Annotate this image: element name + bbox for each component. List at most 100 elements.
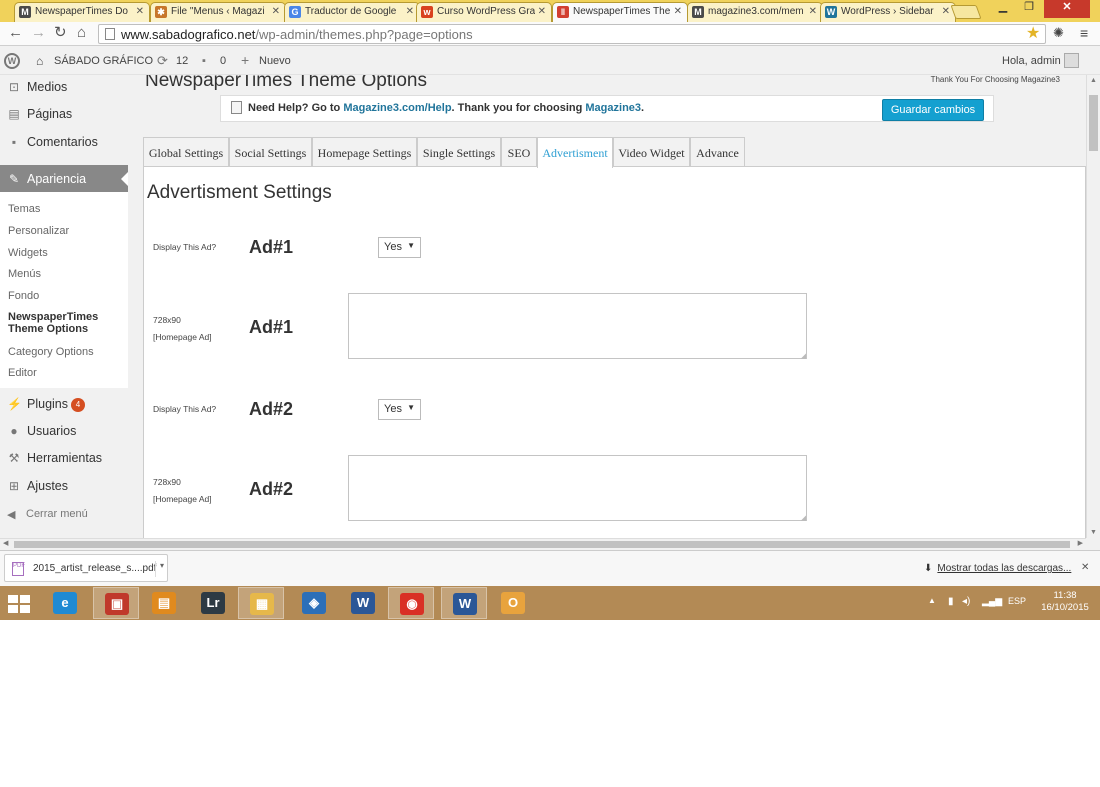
- scroll-left-icon[interactable]: ◀: [3, 539, 8, 547]
- maximize-button[interactable]: ❐: [1016, 0, 1042, 18]
- browser-tab[interactable]: G Traductor de Google ✕: [284, 2, 420, 22]
- tab-single-settings[interactable]: Single Settings: [417, 137, 501, 167]
- taskbar-app-word-2[interactable]: W: [441, 587, 487, 619]
- scroll-right-icon[interactable]: ▶: [1078, 539, 1083, 547]
- close-tab-icon[interactable]: ✕: [406, 6, 414, 17]
- ad1-code-textarea[interactable]: [348, 293, 807, 360]
- tab-advance[interactable]: Advance: [690, 137, 745, 167]
- close-download-shelf-icon[interactable]: ✕: [1081, 562, 1089, 573]
- sidebar-item-label: Comentarios: [27, 135, 98, 149]
- close-tab-icon[interactable]: ✕: [272, 6, 280, 17]
- sidebar-item-comments[interactable]: ▪ Comentarios: [0, 135, 128, 149]
- new-tab-button[interactable]: [950, 5, 982, 19]
- reload-icon[interactable]: ↻: [54, 25, 67, 41]
- comments-count[interactable]: 0: [220, 55, 226, 67]
- caret-down-icon[interactable]: ▾: [155, 561, 164, 577]
- bookmark-star-icon[interactable]: ★: [1026, 23, 1040, 43]
- ad2-code-textarea[interactable]: [348, 455, 807, 522]
- extension-icon[interactable]: ✺: [1053, 25, 1064, 41]
- sidebar-item-users[interactable]: ● Usuarios: [0, 424, 128, 438]
- sidebar-item-tools[interactable]: ⚒ Herramientas: [0, 451, 128, 465]
- ad2-display-select[interactable]: Yes ▼: [378, 399, 421, 420]
- new-content-link[interactable]: Nuevo: [259, 55, 291, 67]
- close-tab-icon[interactable]: ✕: [674, 6, 682, 17]
- scroll-down-icon[interactable]: ▼: [1090, 529, 1097, 536]
- browser-tab[interactable]: ‖ NewspaperTimes The ✕: [552, 2, 688, 22]
- browser-tab[interactable]: w Curso WordPress Gra ✕: [416, 2, 552, 22]
- tab-seo[interactable]: SEO: [501, 137, 537, 167]
- sidebar-item-appearance[interactable]: ✎ Apariencia: [0, 165, 128, 192]
- vertical-scrollbar[interactable]: ▲ ▼: [1086, 75, 1100, 538]
- forward-icon[interactable]: →: [31, 25, 46, 41]
- taskbar-app-outlook[interactable]: O: [490, 587, 536, 619]
- taskbar-app-chrome[interactable]: ◉: [388, 587, 434, 619]
- vertical-scroll-thumb[interactable]: [1089, 95, 1098, 151]
- chrome-menu-icon[interactable]: ≡: [1080, 25, 1088, 41]
- browser-tab[interactable]: M NewspaperTimes Do ✕: [14, 2, 150, 22]
- tray-expand-icon[interactable]: ▲: [928, 596, 936, 605]
- help-link[interactable]: Magazine3.com/Help: [343, 102, 451, 114]
- close-tab-icon[interactable]: ✕: [136, 6, 144, 17]
- submenu-item-customize[interactable]: Personalizar: [8, 225, 69, 237]
- greeting-link[interactable]: Hola, admin: [1002, 55, 1061, 67]
- magazine3-link[interactable]: Magazine3: [585, 102, 641, 114]
- browser-tab[interactable]: ✱ File "Menus ‹ Magazi ✕: [150, 2, 286, 22]
- taskbar-app-file-explorer[interactable]: ▦: [238, 587, 284, 619]
- sidebar-item-media[interactable]: ⊡ Medios: [0, 80, 128, 94]
- horizontal-scrollbar[interactable]: ◀ ▶: [0, 538, 1086, 550]
- browser-tab[interactable]: W WordPress › Sidebar ✕: [820, 2, 956, 22]
- scroll-up-icon[interactable]: ▲: [1090, 77, 1097, 84]
- submenu-item-background[interactable]: Fondo: [8, 290, 39, 302]
- display-ad-label: Display This Ad?: [153, 242, 217, 252]
- close-window-button[interactable]: ✕: [1044, 0, 1090, 18]
- taskbar-app-installer-app[interactable]: ▣: [93, 587, 139, 619]
- close-tab-icon[interactable]: ✕: [942, 6, 950, 17]
- windows-start-button[interactable]: [8, 595, 30, 613]
- battery-icon[interactable]: ▮: [948, 596, 954, 607]
- updates-count[interactable]: 12: [176, 55, 188, 67]
- taskbar-app-lightroom[interactable]: Lr: [190, 587, 236, 619]
- volume-icon[interactable]: ◂): [962, 596, 970, 607]
- clock[interactable]: 11:38 16/10/2015: [1038, 590, 1092, 614]
- show-all-downloads-link[interactable]: ⬇ Mostrar todas las descargas...: [924, 563, 1071, 574]
- site-name-link[interactable]: SÁBADO GRÁFICO: [54, 55, 153, 67]
- submenu-item-menus[interactable]: Menús: [8, 268, 41, 280]
- tab-video-widget[interactable]: Video Widget: [613, 137, 690, 167]
- home-icon[interactable]: ⌂: [77, 25, 86, 41]
- back-icon[interactable]: ←: [8, 25, 23, 41]
- address-bar[interactable]: www.sabadografico.net/wp-admin/themes.ph…: [98, 24, 1046, 44]
- close-tab-icon[interactable]: ✕: [809, 6, 817, 17]
- avatar[interactable]: [1064, 53, 1079, 68]
- wordpress-logo-icon[interactable]: W: [4, 53, 20, 69]
- minimize-button[interactable]: ▁: [990, 0, 1016, 18]
- horizontal-scroll-thumb[interactable]: [14, 541, 1070, 548]
- language-indicator[interactable]: ESP: [1008, 596, 1026, 606]
- tab-social-settings[interactable]: Social Settings: [229, 137, 312, 167]
- download-item[interactable]: PDF 2015_artist_release_s....pdf ▾: [4, 554, 168, 582]
- tab-advertisment[interactable]: Advertisment: [537, 137, 613, 168]
- save-button[interactable]: Guardar cambios: [882, 99, 984, 121]
- updates-icon[interactable]: ⟳: [157, 53, 168, 69]
- sidebar-item-settings[interactable]: ⊞ Ajustes: [0, 479, 128, 493]
- collapse-menu-button[interactable]: ◀ Cerrar menú: [7, 508, 88, 521]
- tab-global-settings[interactable]: Global Settings: [143, 137, 229, 167]
- tab-homepage-settings[interactable]: Homepage Settings: [312, 137, 417, 167]
- submenu-item-themes[interactable]: Temas: [8, 203, 40, 215]
- network-icon[interactable]: ▂▄▆: [982, 596, 1002, 607]
- browser-tab[interactable]: Mmagazine3.com/mem ✕: [687, 2, 823, 22]
- comments-icon[interactable]: ▪: [202, 55, 206, 67]
- submenu-item-theme-options[interactable]: NewspaperTimes Theme Options: [8, 311, 108, 335]
- submenu-item-category-options[interactable]: Category Options: [8, 346, 94, 358]
- ad1-display-select[interactable]: Yes ▼: [378, 237, 421, 258]
- sidebar-item-plugins[interactable]: ⚡ Plugins 4: [0, 397, 128, 412]
- taskbar-app-paper-app[interactable]: ◈: [291, 587, 337, 619]
- taskbar-app-notes-app[interactable]: ▤: [141, 587, 187, 619]
- submenu-item-widgets[interactable]: Widgets: [8, 247, 48, 259]
- taskbar-app-internet-explorer[interactable]: e: [42, 587, 88, 619]
- home-icon[interactable]: ⌂: [36, 54, 43, 68]
- submenu-item-editor[interactable]: Editor: [8, 367, 37, 379]
- plus-icon[interactable]: +: [241, 52, 249, 68]
- close-tab-icon[interactable]: ✕: [538, 6, 546, 17]
- sidebar-item-pages[interactable]: ▤ Páginas: [0, 107, 128, 121]
- taskbar-app-word-1[interactable]: W: [340, 587, 386, 619]
